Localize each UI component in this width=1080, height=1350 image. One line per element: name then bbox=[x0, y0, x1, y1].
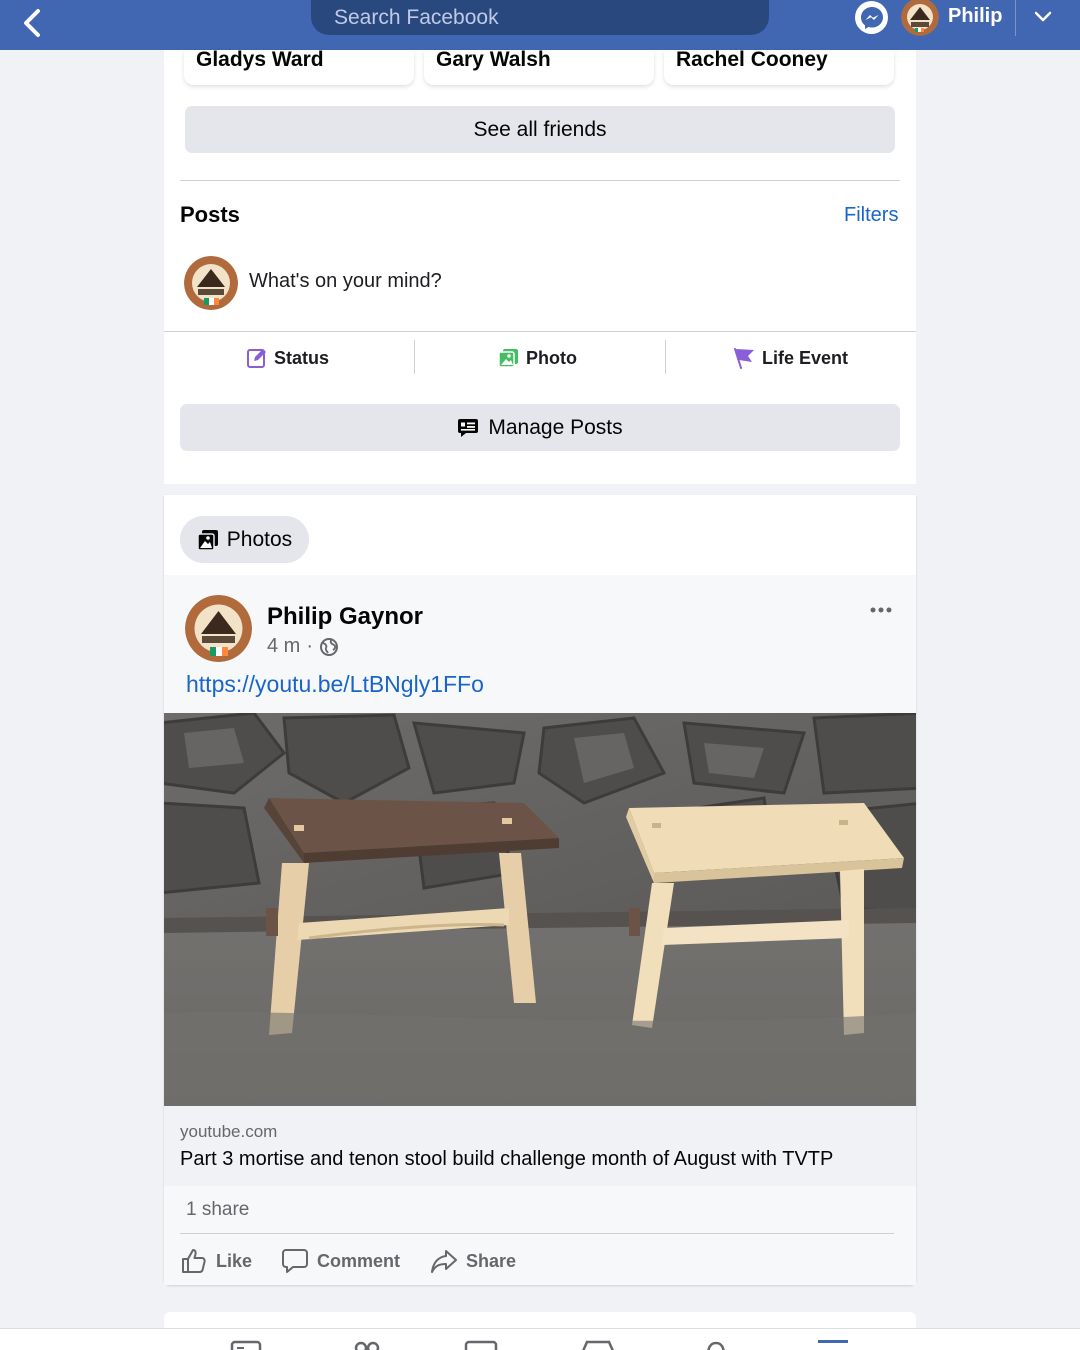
feed-post: Philip Gaynor 4 m · https://youtu.be/LtB… bbox=[164, 575, 916, 1285]
profile-posts-card: Gladys Ward Gary Walsh Rachel Cooney See… bbox=[164, 48, 916, 484]
avatar[interactable] bbox=[185, 595, 252, 662]
like-button[interactable]: Like bbox=[180, 1245, 252, 1277]
life-event-button[interactable]: Life Event bbox=[732, 341, 848, 375]
link-title: Part 3 mortise and tenon stool build cha… bbox=[180, 1148, 834, 1170]
bottom-navigation bbox=[0, 1328, 1080, 1350]
back-arrow-icon[interactable] bbox=[18, 6, 48, 42]
divider bbox=[414, 340, 415, 374]
photos-button[interactable]: Photos bbox=[180, 516, 309, 563]
friends-icon[interactable] bbox=[350, 1339, 384, 1350]
more-options-icon[interactable] bbox=[868, 597, 894, 623]
photo-icon bbox=[498, 349, 518, 368]
search-bar[interactable] bbox=[311, 0, 769, 35]
manage-posts-icon bbox=[458, 418, 479, 437]
thumbs-up-icon bbox=[182, 1249, 206, 1273]
comment-button[interactable]: Comment bbox=[281, 1245, 400, 1277]
share-icon bbox=[431, 1250, 457, 1273]
post-link[interactable]: https://youtu.be/LtBNgly1FFo bbox=[186, 671, 484, 698]
meta-separator: · bbox=[306, 635, 314, 657]
friend-name: Rachel Cooney bbox=[676, 48, 828, 71]
life-event-label: Life Event bbox=[762, 347, 849, 368]
link-preview[interactable]: youtube.com Part 3 mortise and tenon sto… bbox=[164, 1106, 916, 1186]
divider bbox=[1015, 0, 1016, 36]
photos-icon bbox=[197, 529, 218, 551]
friend-tile[interactable]: Rachel Cooney bbox=[664, 48, 894, 85]
share-count[interactable]: 1 share bbox=[186, 1199, 249, 1221]
divider bbox=[665, 340, 666, 374]
divider bbox=[180, 180, 900, 181]
share-label: Share bbox=[466, 1250, 517, 1271]
post-time[interactable]: 4 m bbox=[267, 635, 300, 658]
post-meta: 4 m · bbox=[267, 635, 339, 658]
notifications-bell-icon[interactable] bbox=[699, 1339, 733, 1350]
manage-posts-label: Manage Posts bbox=[488, 415, 623, 439]
photo-button[interactable]: Photo bbox=[498, 341, 577, 375]
see-all-friends-button[interactable]: See all friends bbox=[185, 106, 895, 153]
status-label: Status bbox=[274, 347, 330, 368]
posts-heading: Posts bbox=[180, 202, 240, 227]
comment-icon bbox=[282, 1249, 308, 1273]
menu-icon[interactable] bbox=[816, 1339, 850, 1350]
chevron-down-icon[interactable] bbox=[1030, 4, 1056, 30]
photos-label: Photos bbox=[226, 527, 293, 551]
filters-link[interactable]: Filters bbox=[844, 204, 898, 227]
messenger-icon[interactable] bbox=[855, 1, 888, 34]
search-input[interactable] bbox=[311, 0, 769, 35]
edit-icon bbox=[247, 349, 266, 368]
marketplace-icon[interactable] bbox=[581, 1339, 615, 1350]
post-author-name[interactable]: Philip Gaynor bbox=[267, 603, 423, 631]
photo-label: Photo bbox=[526, 347, 577, 368]
friend-name: Gladys Ward bbox=[196, 48, 324, 71]
friend-tile[interactable]: Gary Walsh bbox=[424, 48, 654, 85]
comment-label: Comment bbox=[317, 1250, 401, 1271]
news-feed-icon[interactable] bbox=[230, 1339, 264, 1350]
post-card: Photos Philip Gaynor 4 m · https://youtu… bbox=[164, 495, 916, 1285]
share-button[interactable]: Share bbox=[430, 1245, 516, 1277]
profile-avatar[interactable] bbox=[901, 0, 939, 36]
like-label: Like bbox=[216, 1250, 253, 1271]
globe-icon[interactable] bbox=[319, 637, 339, 657]
manage-posts-button[interactable]: Manage Posts bbox=[180, 404, 900, 451]
watch-icon[interactable] bbox=[464, 1339, 498, 1350]
status-button[interactable]: Status bbox=[246, 341, 329, 375]
post-image[interactable] bbox=[164, 713, 916, 1106]
top-navigation-bar: Philip bbox=[0, 0, 1080, 50]
divider bbox=[164, 331, 916, 332]
friend-tile[interactable]: Gladys Ward bbox=[184, 48, 414, 85]
avatar[interactable] bbox=[184, 256, 238, 310]
link-domain: youtube.com bbox=[180, 1122, 278, 1141]
divider bbox=[180, 1233, 894, 1234]
composer-prompt[interactable]: What's on your mind? bbox=[249, 270, 442, 293]
friend-name: Gary Walsh bbox=[436, 48, 551, 71]
profile-name-link[interactable]: Philip bbox=[948, 5, 1002, 28]
flag-icon bbox=[734, 348, 754, 369]
